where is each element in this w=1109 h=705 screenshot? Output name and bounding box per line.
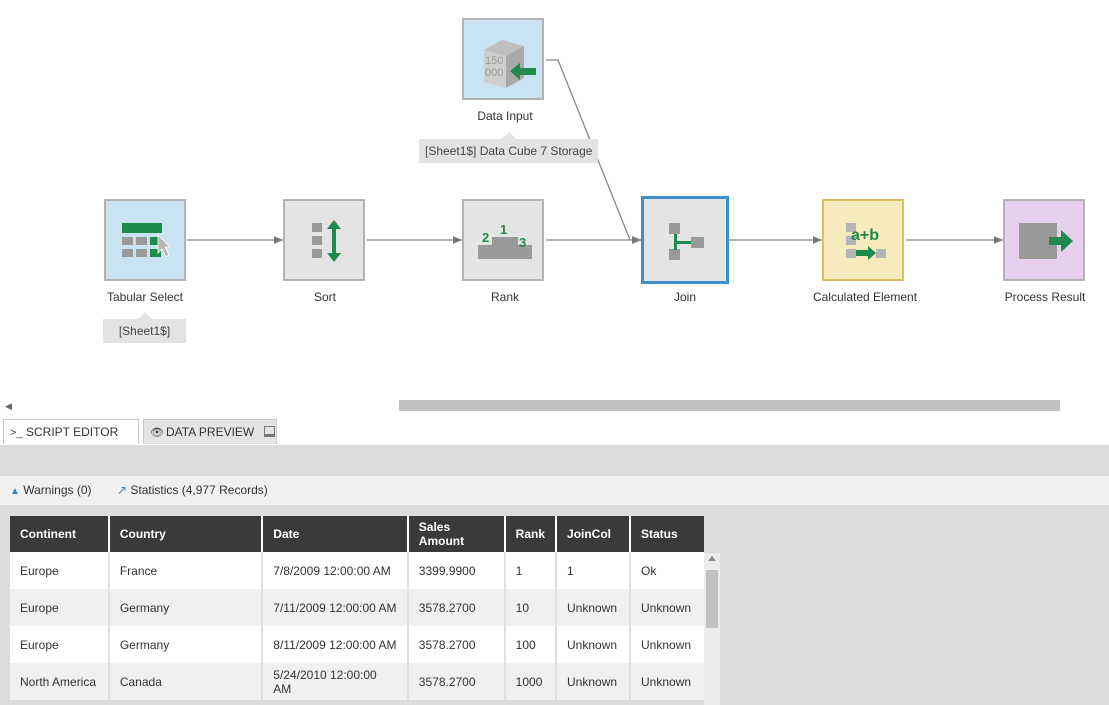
table-cell: Unknown [557,589,631,626]
calculator-icon: a+b [846,223,886,260]
table-cell: Germany [109,626,264,663]
table-row[interactable]: North America Canada 5/24/2010 12:00:00 … [10,663,704,700]
table-cell: Ok [631,552,704,589]
column-header-sales-amount[interactable]: Sales Amount [408,516,506,552]
node-label-process-result: Process Result [1004,290,1086,304]
scroll-up-arrow-icon[interactable] [708,556,716,561]
warning-triangle-icon: ▲ [10,486,20,497]
column-header-date[interactable]: Date [263,516,409,552]
table-cell: 3578.2700 [408,626,506,663]
table-cell: Unknown [557,626,631,663]
preview-info-bar: ▲ Warnings (0) ↗ Statistics (4,977 Recor… [0,476,1109,505]
node-label-data-input: Data Input [477,109,533,123]
table-cell: 5/24/2010 12:00:00 AM [263,663,409,700]
grid-scrollbar-thumb[interactable] [706,570,718,628]
node-label-rank: Rank [490,290,519,304]
tab-script-editor[interactable]: >_ SCRIPT EDITOR [3,419,139,464]
table-cell: Unknown [557,663,631,700]
terminal-icon: >_ [10,427,23,439]
warnings-label: Warnings (0) [23,483,92,497]
column-header-status[interactable]: Status [631,516,704,552]
warnings-link[interactable]: ▲ Warnings (0) [10,476,92,506]
table-cell: Canada [109,663,264,700]
node-data-input[interactable]: 150 000 [462,18,544,100]
node-label-sort: Sort [313,290,336,304]
preview-toolbar-strip [0,445,1109,476]
node-process-result[interactable] [1003,199,1085,281]
data-preview-panel: ▲ Warnings (0) ↗ Statistics (4,977 Recor… [0,476,1109,705]
column-header-continent[interactable]: Continent [10,516,110,552]
statistics-link[interactable]: ↗ Statistics (4,977 Records) [117,476,268,505]
eye-icon: 👁 [150,427,164,439]
table-cell: Europe [10,589,110,626]
statistics-label: Statistics (4,977 Records) [130,483,268,497]
table-cell: 3399.9900 [408,552,506,589]
node-calculated-element[interactable]: a+b [822,199,904,281]
podium-text-2: 2 [482,230,489,245]
tooltip-tabular-select: [Sheet1$] [103,312,186,343]
table-cell: France [109,552,264,589]
flow-canvas[interactable]: 150 000 Data Input [Sheet1$] Data Cube 7… [0,0,1109,398]
column-header-country[interactable]: Country [109,516,264,552]
table-cell: 7/11/2009 12:00:00 AM [263,589,409,626]
table-cell: 8/11/2009 12:00:00 AM [263,626,409,663]
node-sort[interactable] [283,199,365,281]
table-cell: 1 [505,552,558,589]
table-cell: 10 [505,589,558,626]
tab-data-preview[interactable]: 👁 DATA PREVIEW [143,419,277,444]
scrollbar-thumb[interactable] [399,400,1060,411]
scroll-left-arrow-icon[interactable]: ◀ [5,401,12,412]
dock-icon[interactable] [264,426,276,438]
formula-text: a+b [851,227,879,244]
node-label-join: Join [673,290,696,304]
node-join[interactable] [641,196,729,284]
podium-text-3: 3 [519,235,526,250]
table-cell: Germany [109,589,264,626]
process-result-icon [1019,223,1073,259]
table-row[interactable]: Europe Germany 8/11/2009 12:00:00 AM 357… [10,626,704,663]
node-rank[interactable]: 2 1 3 [462,199,544,281]
table-row[interactable]: Europe France 7/8/2009 12:00:00 AM 3399.… [10,552,704,589]
node-label-calculated-element: Calculated Element [812,290,918,304]
grid-header-row: Continent Country Date Sales Amount Rank… [10,516,704,552]
table-row[interactable]: Europe Germany 7/11/2009 12:00:00 AM 357… [10,589,704,626]
cube-text-top: 150 [485,55,503,67]
node-tabular-select[interactable] [104,199,186,281]
table-cell: 100 [505,626,558,663]
podium-icon: 2 1 3 [478,222,532,259]
tab-data-preview-label: DATA PREVIEW [166,425,255,439]
table-cell: Unknown [631,663,704,700]
table-cell: Unknown [631,626,704,663]
table-cell: Unknown [631,589,704,626]
table-cell: 3578.2700 [408,663,506,700]
table-cell: 1 [557,552,631,589]
table-cell: Europe [10,552,110,589]
canvas-horizontal-scrollbar[interactable]: ◀ [0,398,1109,414]
node-label-tabular-select: Tabular Select [106,290,184,304]
table-cell: 3578.2700 [408,589,506,626]
tooltip-data-input: [Sheet1$] Data Cube 7 Storage [419,132,599,163]
trend-chart-icon: ↗ [117,483,128,497]
table-cell: 7/8/2009 12:00:00 AM [263,552,409,589]
podium-text-1: 1 [500,222,507,237]
data-cube-icon: 150 000 [484,40,536,88]
tab-script-editor-label: SCRIPT EDITOR [26,425,119,439]
column-header-joincol[interactable]: JoinCol [557,516,631,552]
data-preview-grid[interactable]: Continent Country Date Sales Amount Rank… [10,516,704,700]
grid-vertical-scrollbar[interactable] [704,553,720,705]
join-icon [669,223,704,260]
table-cell: North America [10,663,110,700]
bottom-panel-tabs: >_ SCRIPT EDITOR 👁 DATA PREVIEW [0,415,1109,464]
cube-text-bottom: 000 [485,67,503,79]
table-select-icon [122,223,171,258]
table-cell: 1000 [505,663,558,700]
sort-icon [312,220,341,262]
table-cell: Europe [10,626,110,663]
column-header-rank[interactable]: Rank [505,516,558,552]
